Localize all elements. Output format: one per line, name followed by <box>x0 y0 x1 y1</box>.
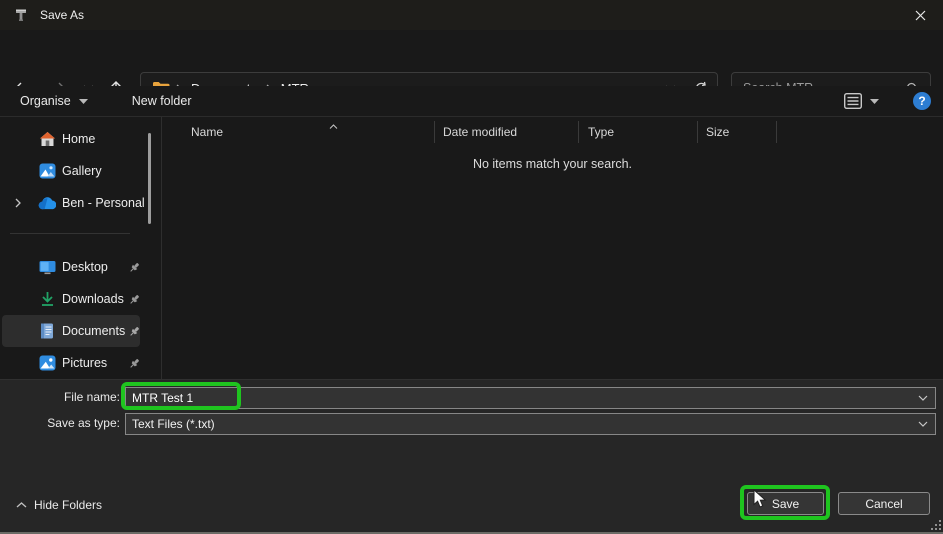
file-name-combobox[interactable] <box>125 387 936 409</box>
sidebar-item-label: Ben - Personal <box>62 196 145 210</box>
view-dropdown-icon <box>870 99 879 104</box>
organise-button[interactable]: Organise <box>10 89 98 113</box>
column-separator[interactable] <box>578 121 579 143</box>
home-icon <box>38 130 56 148</box>
column-header-name[interactable]: Name <box>191 120 461 144</box>
sidebar-item-home[interactable]: Home <box>2 123 140 155</box>
save-as-dialog: Save As Documents <box>0 0 943 534</box>
save-as-type-value: Text Files (*.txt) <box>126 417 918 431</box>
save-as-type-dropdown[interactable]: Text Files (*.txt) <box>125 413 936 435</box>
desktop-icon <box>38 258 56 276</box>
view-list-icon <box>844 93 862 109</box>
sidebar-item-label: Downloads <box>62 292 124 306</box>
sidebar-divider <box>10 233 130 234</box>
column-header-type[interactable]: Type <box>588 120 688 144</box>
hide-folders-button[interactable]: Hide Folders <box>16 498 102 512</box>
sort-ascending-icon <box>329 118 338 132</box>
save-form-panel: File name: Save as type: Text Files (*.t… <box>0 379 943 534</box>
sidebar-item-onedrive[interactable]: Ben - Personal <box>2 187 140 219</box>
navigation-pane: Home Gallery Ben - Personal <box>0 117 161 379</box>
combo-dropdown-icon[interactable] <box>918 421 928 427</box>
documents-icon <box>38 322 56 340</box>
downloads-icon <box>38 290 56 308</box>
content-area: Home Gallery Ben - Personal <box>0 117 943 379</box>
navigation-bar: Documents MTR <box>0 30 943 86</box>
window-title: Save As <box>40 8 84 22</box>
save-as-type-label: Save as type: <box>47 416 120 430</box>
sidebar-item-label: Documents <box>62 324 125 338</box>
app-icon <box>13 7 29 23</box>
pin-icon <box>128 293 141 306</box>
sidebar-item-label: Pictures <box>62 356 107 370</box>
empty-folder-message: No items match your search. <box>162 157 943 171</box>
file-name-input[interactable] <box>126 390 918 406</box>
gallery-icon <box>38 162 56 180</box>
hide-folders-label: Hide Folders <box>34 498 102 512</box>
sidebar-item-downloads[interactable]: Downloads <box>2 283 140 315</box>
column-separator[interactable] <box>697 121 698 143</box>
file-list-area: Name Date modified Type Size No items ma… <box>162 117 943 379</box>
sidebar-item-gallery[interactable]: Gallery <box>2 155 140 187</box>
help-icon[interactable]: ? <box>913 92 931 110</box>
new-folder-label: New folder <box>132 94 192 108</box>
resize-grip[interactable] <box>929 518 941 530</box>
onedrive-icon <box>38 194 56 212</box>
column-separator[interactable] <box>434 121 435 143</box>
chevron-up-icon <box>16 502 27 508</box>
column-separator[interactable] <box>776 121 777 143</box>
file-name-label: File name: <box>64 390 120 404</box>
view-mode-button[interactable] <box>838 89 885 113</box>
save-button[interactable]: Save <box>747 492 824 515</box>
pin-icon <box>128 357 141 370</box>
title-bar[interactable]: Save As <box>0 0 943 30</box>
sidebar-item-desktop[interactable]: Desktop <box>2 251 140 283</box>
sidebar-item-label: Home <box>62 132 95 146</box>
close-icon[interactable] <box>898 0 943 30</box>
sidebar-item-label: Desktop <box>62 260 108 274</box>
cancel-button[interactable]: Cancel <box>838 492 930 515</box>
new-folder-button[interactable]: New folder <box>122 89 202 113</box>
combo-dropdown-icon[interactable] <box>918 395 928 401</box>
sidebar-item-pictures[interactable]: Pictures <box>2 347 140 379</box>
sidebar-item-documents[interactable]: Documents <box>2 315 140 347</box>
sidebar-scrollbar[interactable] <box>148 133 151 224</box>
column-header-size[interactable]: Size <box>706 120 766 144</box>
pin-icon <box>128 325 141 338</box>
expand-chevron-icon[interactable] <box>10 198 26 208</box>
organise-label: Organise <box>20 94 71 108</box>
column-header-date-modified[interactable]: Date modified <box>443 120 573 144</box>
pin-icon <box>128 261 141 274</box>
pictures-icon <box>38 354 56 372</box>
command-toolbar: Organise New folder ? <box>0 86 943 117</box>
organise-dropdown-icon <box>79 99 88 104</box>
sidebar-item-label: Gallery <box>62 164 102 178</box>
